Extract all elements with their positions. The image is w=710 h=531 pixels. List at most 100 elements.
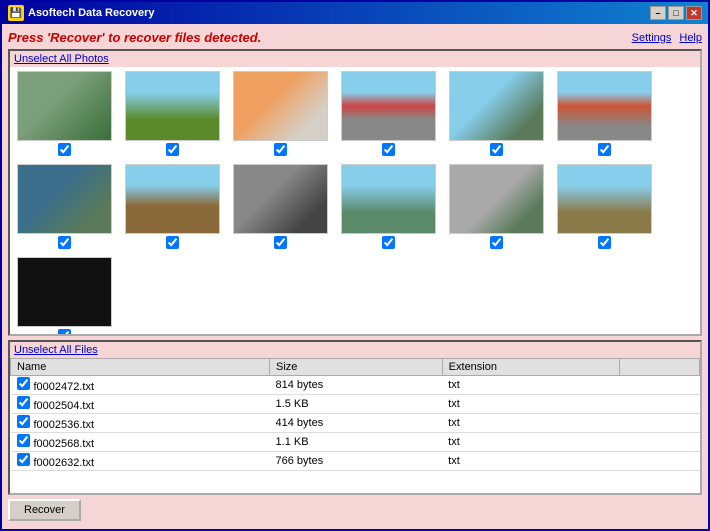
col-ext: Extension: [442, 359, 619, 376]
photo-checkbox-row: [598, 236, 611, 249]
photo-item: [14, 71, 114, 156]
photo-checkbox-row: [382, 236, 395, 249]
photo-checkbox-row: [58, 329, 71, 334]
main-window: 💾 Asoftech Data Recovery – □ ✕ Press 'Re…: [0, 0, 710, 531]
col-size: Size: [270, 359, 443, 376]
file-size-cell: 1.1 KB: [270, 433, 443, 452]
photo-checkbox[interactable]: [274, 236, 287, 249]
recover-button[interactable]: Recover: [8, 499, 81, 521]
files-table-header: Name Size Extension: [11, 359, 700, 376]
photo-item: [14, 164, 114, 249]
file-size-cell: 1.5 KB: [270, 395, 443, 414]
bottom-bar: Recover: [8, 495, 702, 523]
file-size-cell: 814 bytes: [270, 376, 443, 395]
table-row: f0002504.txt1.5 KBtxt: [11, 395, 700, 414]
photo-thumb: [557, 164, 652, 234]
photo-checkbox[interactable]: [58, 143, 71, 156]
file-ext-cell: txt: [442, 452, 619, 471]
photo-thumb: [341, 164, 436, 234]
photo-thumb: [557, 71, 652, 141]
unselect-photos-bar: Unselect All Photos: [10, 51, 700, 67]
maximize-button[interactable]: □: [668, 6, 684, 20]
recover-prompt: Press 'Recover' to recover files detecte…: [8, 30, 261, 45]
file-ext-cell: txt: [442, 395, 619, 414]
photo-thumb: [341, 71, 436, 141]
photo-item: [554, 164, 654, 249]
file-checkbox[interactable]: [17, 377, 30, 390]
photo-checkbox[interactable]: [382, 143, 395, 156]
table-row: f0002472.txt814 bytestxt: [11, 376, 700, 395]
photo-checkbox[interactable]: [58, 329, 71, 334]
photo-item: [446, 71, 546, 156]
photo-thumb: [125, 164, 220, 234]
file-name-cell: f0002568.txt: [11, 433, 270, 452]
files-table: Name Size Extension f0002472.txt814 byte…: [10, 358, 700, 471]
app-icon: 💾: [8, 5, 24, 21]
photo-thumb: [17, 164, 112, 234]
photo-checkbox[interactable]: [166, 143, 179, 156]
file-name-cell: f0002632.txt: [11, 452, 270, 471]
photo-item: [446, 164, 546, 249]
photos-panel: Unselect All Photos: [8, 49, 702, 336]
file-ext-cell: txt: [442, 376, 619, 395]
photo-thumb: [233, 164, 328, 234]
title-bar: 💾 Asoftech Data Recovery – □ ✕: [2, 2, 708, 24]
photo-item: [122, 164, 222, 249]
unselect-files-bar: Unselect All Files: [10, 342, 700, 358]
photo-checkbox[interactable]: [382, 236, 395, 249]
settings-link[interactable]: Settings: [632, 32, 672, 44]
file-checkbox[interactable]: [17, 396, 30, 409]
photo-checkbox[interactable]: [598, 143, 611, 156]
table-row: f0002536.txt414 bytestxt: [11, 414, 700, 433]
col-name: Name: [11, 359, 270, 376]
content-area: Press 'Recover' to recover files detecte…: [2, 24, 708, 529]
photo-thumb: [125, 71, 220, 141]
photo-checkbox[interactable]: [166, 236, 179, 249]
photo-checkbox-row: [490, 143, 503, 156]
top-links: Settings Help: [632, 32, 702, 44]
photo-thumb: [449, 71, 544, 141]
photo-checkbox-row: [274, 143, 287, 156]
photo-checkbox-row: [382, 143, 395, 156]
photo-item: [122, 71, 222, 156]
photo-checkbox-row: [274, 236, 287, 249]
title-bar-left: 💾 Asoftech Data Recovery: [8, 5, 155, 21]
file-size-cell: 414 bytes: [270, 414, 443, 433]
file-extra-cell: [620, 433, 700, 452]
photo-checkbox-row: [598, 143, 611, 156]
photo-checkbox[interactable]: [58, 236, 71, 249]
close-button[interactable]: ✕: [686, 6, 702, 20]
photo-checkbox-row: [490, 236, 503, 249]
photo-checkbox-row: [58, 236, 71, 249]
file-extra-cell: [620, 376, 700, 395]
photo-item: [230, 164, 330, 249]
photos-grid: [10, 67, 700, 334]
photo-item: [338, 164, 438, 249]
window-title: Asoftech Data Recovery: [28, 7, 155, 19]
file-checkbox[interactable]: [17, 415, 30, 428]
top-bar: Press 'Recover' to recover files detecte…: [8, 30, 702, 45]
files-table-container: Name Size Extension f0002472.txt814 byte…: [10, 358, 700, 493]
photo-checkbox[interactable]: [274, 143, 287, 156]
photo-item: [338, 71, 438, 156]
unselect-all-files-link[interactable]: Unselect All Files: [14, 344, 98, 356]
photo-thumb: [17, 257, 112, 327]
files-panel: Unselect All Files Name Size Extension: [8, 340, 702, 495]
file-size-cell: 766 bytes: [270, 452, 443, 471]
help-link[interactable]: Help: [679, 32, 702, 44]
minimize-button[interactable]: –: [650, 6, 666, 20]
file-checkbox[interactable]: [17, 453, 30, 466]
file-checkbox[interactable]: [17, 434, 30, 447]
unselect-all-photos-link[interactable]: Unselect All Photos: [14, 53, 109, 65]
file-name-cell: f0002504.txt: [11, 395, 270, 414]
photo-thumb: [17, 71, 112, 141]
file-extra-cell: [620, 414, 700, 433]
table-row: f0002568.txt1.1 KBtxt: [11, 433, 700, 452]
photo-checkbox[interactable]: [598, 236, 611, 249]
file-name-cell: f0002472.txt: [11, 376, 270, 395]
photo-checkbox[interactable]: [490, 236, 503, 249]
photo-checkbox[interactable]: [490, 143, 503, 156]
file-extra-cell: [620, 395, 700, 414]
photo-thumb: [233, 71, 328, 141]
file-name-cell: f0002536.txt: [11, 414, 270, 433]
